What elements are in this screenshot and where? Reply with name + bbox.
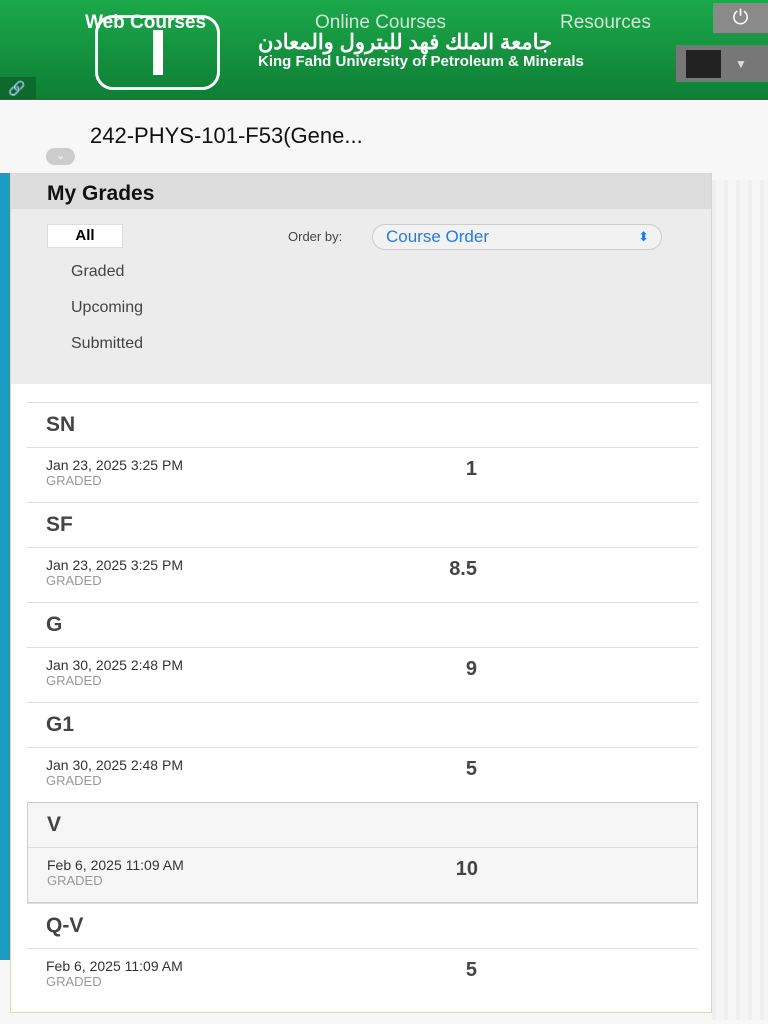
course-title: 242-PHYS-101-F53(Gene... [90, 123, 363, 148]
chevron-down-icon: ▼ [735, 56, 747, 71]
grade-value: 1 [465, 458, 477, 480]
my-grades-panel: My Grades All Graded Upcoming Submitted … [10, 173, 712, 1013]
grade-item-details: Jan 23, 2025 3:25 PM GRADED 8.5 [27, 548, 698, 602]
grade-item-details: Jan 30, 2025 2:48 PM GRADED 9 [27, 648, 698, 702]
grade-value: 8.5 [449, 558, 477, 580]
grade-item-title: G1 [27, 703, 698, 748]
chevron-down-icon[interactable]: ⌄ [46, 148, 75, 165]
grade-item-details: Jan 23, 2025 3:25 PM GRADED 1 [27, 448, 698, 502]
grade-date: Jan 30, 2025 2:48 PM [46, 657, 183, 673]
order-by-select[interactable]: Course Order ⬍ [372, 224, 662, 250]
filter-submitted[interactable]: Submitted [71, 335, 143, 353]
university-name-arabic: جامعة الملك فهد للبترول والمعادن [258, 31, 552, 54]
grade-item[interactable]: V Feb 6, 2025 11:09 AM GRADED 10 [27, 802, 698, 903]
grade-date: Jan 23, 2025 3:25 PM [46, 557, 183, 573]
grade-item-title: Q-V [27, 904, 698, 949]
grade-item[interactable]: SF Jan 23, 2025 3:25 PM GRADED 8.5 [27, 502, 698, 602]
power-icon[interactable]: ⏻ [713, 3, 768, 33]
select-arrows-icon: ⬍ [638, 229, 649, 244]
link-icon[interactable]: 🔗 [0, 77, 36, 99]
filter-upcoming[interactable]: Upcoming [71, 299, 143, 317]
grade-value: 5 [465, 758, 477, 780]
nav-web-courses[interactable]: Web Courses [85, 12, 206, 34]
grade-item-details: Feb 6, 2025 11:09 AM GRADED 5 [27, 949, 698, 1003]
grade-item[interactable]: G1 Jan 30, 2025 2:48 PM GRADED 5 [27, 702, 698, 802]
grade-date: Jan 23, 2025 3:25 PM [46, 457, 183, 473]
filter-all[interactable]: All [47, 224, 123, 248]
grade-status: GRADED [47, 873, 103, 888]
grade-status: GRADED [46, 473, 102, 488]
grade-status: GRADED [46, 573, 102, 588]
grade-item-title: G [27, 603, 698, 648]
grade-item[interactable]: SN Jan 23, 2025 3:25 PM GRADED 1 [27, 402, 698, 502]
grade-status: GRADED [46, 974, 102, 989]
order-by-value: Course Order [386, 227, 489, 246]
grade-item-title: V [28, 803, 697, 848]
grade-item-details: Jan 30, 2025 2:48 PM GRADED 5 [27, 748, 698, 802]
nav-resources[interactable]: Resources [560, 12, 651, 34]
filter-graded[interactable]: Graded [71, 263, 124, 281]
grade-status: GRADED [46, 773, 102, 788]
grade-date: Jan 30, 2025 2:48 PM [46, 757, 183, 773]
grade-item-title: SF [27, 503, 698, 548]
grades-list: SN Jan 23, 2025 3:25 PM GRADED 1 SF Jan 2… [27, 402, 698, 1003]
grade-status: GRADED [46, 673, 102, 688]
grade-value: 10 [455, 858, 478, 880]
background-illustration [712, 180, 768, 1020]
grade-item[interactable]: Q-V Feb 6, 2025 11:09 AM GRADED 5 [27, 903, 698, 1003]
grade-value: 5 [465, 959, 477, 981]
grade-value: 9 [465, 658, 477, 680]
grade-date: Feb 6, 2025 11:09 AM [46, 958, 183, 974]
order-by-label: Order by: [288, 229, 343, 244]
panel-title: My Grades [11, 174, 711, 209]
grade-item-title: SN [27, 403, 698, 448]
header-banner: Web Courses Online Courses Resources جام… [0, 0, 768, 100]
grade-item-details: Feb 6, 2025 11:09 AM GRADED 10 [28, 848, 697, 902]
grade-item[interactable]: G Jan 30, 2025 2:48 PM GRADED 9 [27, 602, 698, 702]
university-name: King Fahd University of Petroleum & Mine… [258, 53, 584, 70]
avatar [686, 49, 721, 78]
grade-date: Feb 6, 2025 11:09 AM [47, 857, 184, 873]
user-menu-button[interactable]: ▼ [676, 45, 768, 82]
filter-area: All Graded Upcoming Submitted Order by: … [11, 209, 711, 384]
